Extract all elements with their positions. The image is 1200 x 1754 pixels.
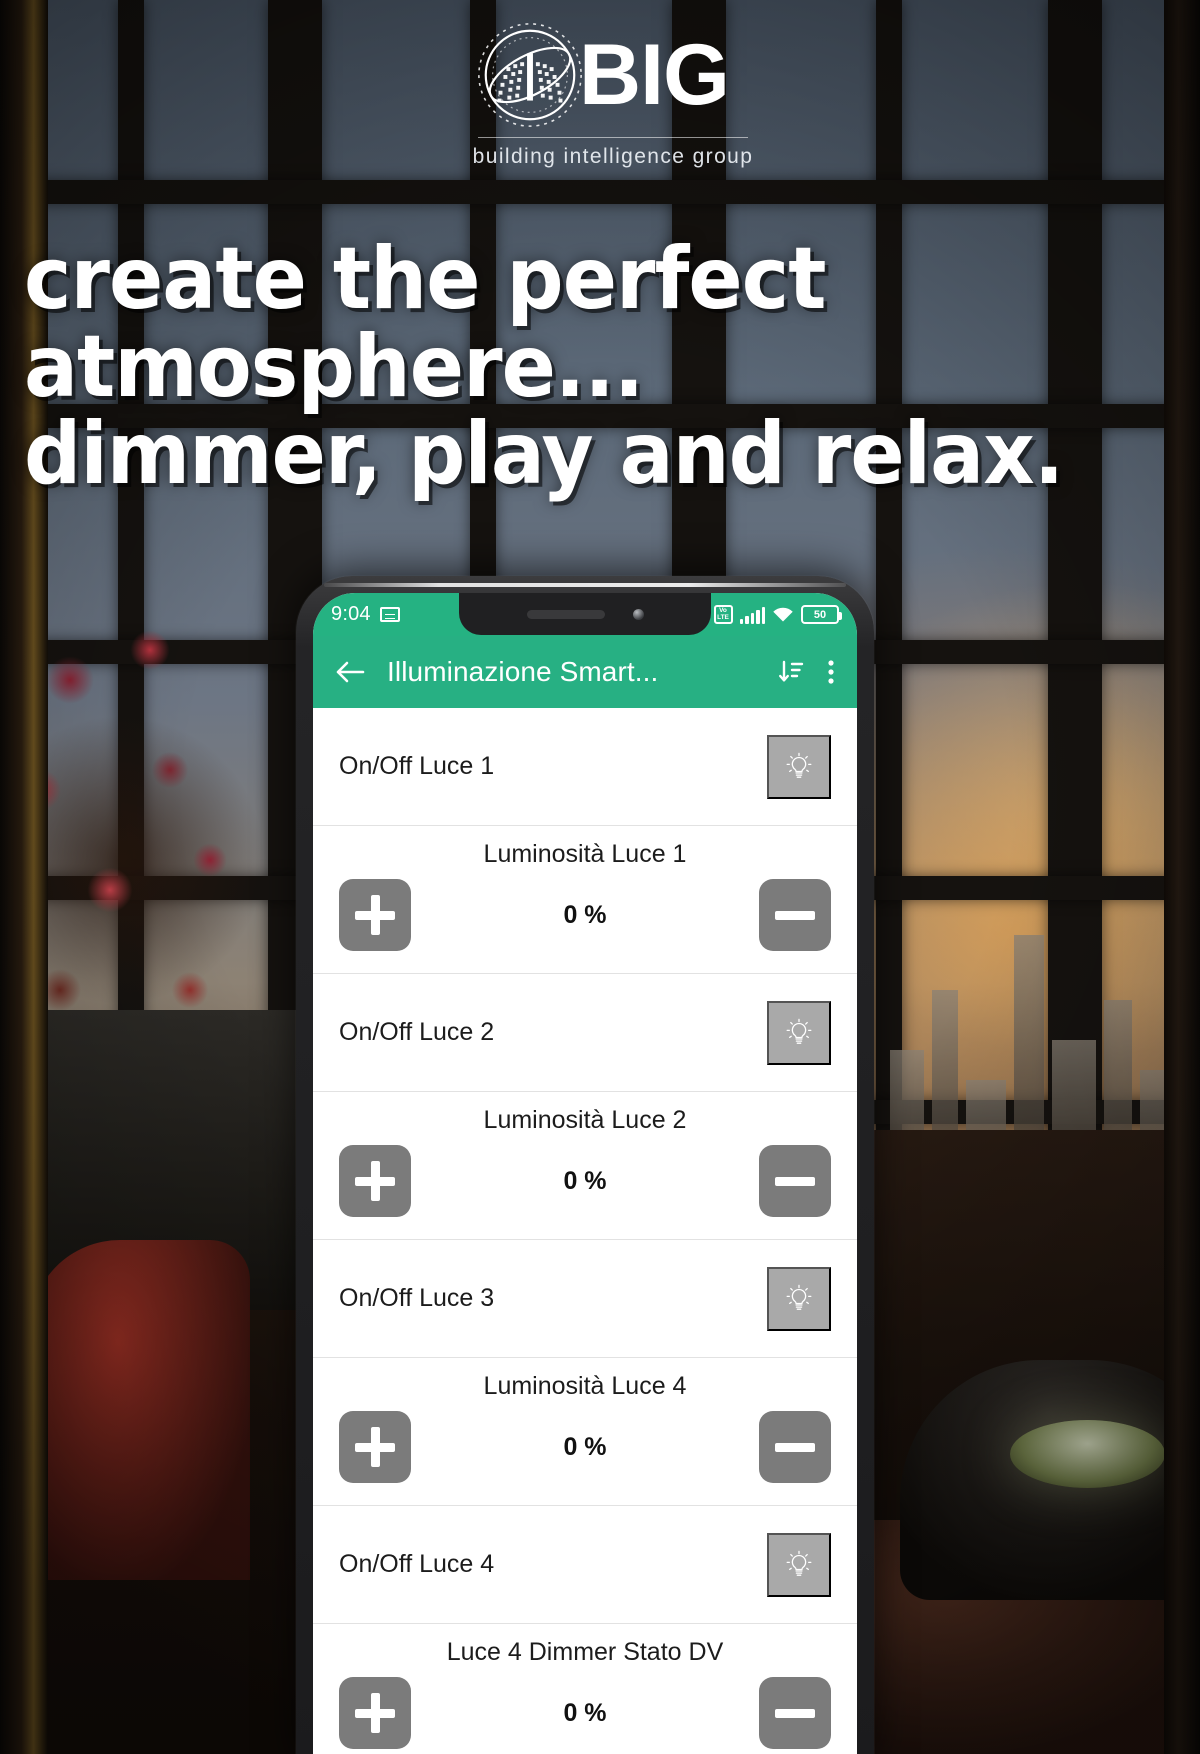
dimmer-row-label: Luminosità Luce 1	[483, 840, 687, 868]
dimmer-row-label: Luminosità Luce 4	[483, 1372, 687, 1400]
earpiece-speaker	[526, 609, 605, 619]
dimmer-row-label: Luminosità Luce 2	[483, 1106, 687, 1134]
minus-icon	[775, 895, 815, 935]
status-bar-clock: 9:04	[331, 603, 371, 625]
dimmer-row-7: Luce 4 Dimmer Stato DV 0 %	[313, 1624, 857, 1754]
lightbulb-icon	[786, 1018, 812, 1044]
lightbulb-toggle-button[interactable]	[767, 1532, 831, 1597]
minus-icon	[775, 1161, 815, 1201]
wifi-icon	[773, 607, 793, 621]
phone-notch	[459, 593, 711, 635]
onoff-row-label: On/Off Luce 2	[339, 1018, 495, 1046]
dimmer-increase-button[interactable]	[339, 1411, 411, 1483]
onoff-row-2[interactable]: On/Off Luce 2	[313, 974, 857, 1092]
onoff-row-label: On/Off Luce 3	[339, 1284, 495, 1312]
dimmer-decrease-button[interactable]	[759, 1145, 831, 1217]
plus-icon	[355, 1693, 395, 1733]
device-list: On/Off Luce 1 Luminosità Luce 1 0 % On/O…	[313, 708, 857, 1754]
lightbulb-toggle-button[interactable]	[767, 734, 831, 799]
app-bar-title: Illuminazione Smart...	[387, 656, 659, 687]
big-globe-skyline-logo-icon	[478, 23, 582, 127]
dimmer-decrease-button[interactable]	[759, 879, 831, 951]
onoff-row-6[interactable]: On/Off Luce 4	[313, 1506, 857, 1624]
app-bar: Illuminazione Smart...	[313, 636, 857, 708]
phone-mockup: 9:04 VoLTE VoLTE	[296, 576, 874, 1754]
dimmer-increase-button[interactable]	[339, 879, 411, 951]
onoff-row-label: On/Off Luce 1	[339, 752, 495, 780]
lightbulb-toggle-button[interactable]	[767, 1266, 831, 1331]
dimmer-row-label: Luce 4 Dimmer Stato DV	[446, 1638, 724, 1666]
dimmer-controls: 0 %	[339, 1677, 831, 1749]
sort-descending-icon[interactable]	[777, 658, 805, 686]
lightbulb-icon	[786, 1550, 812, 1576]
onoff-row-4[interactable]: On/Off Luce 3	[313, 1240, 857, 1358]
brand-tagline: building intelligence group	[472, 145, 754, 168]
dimmer-value: 0 %	[563, 1698, 607, 1727]
brand-logo: BIG building intelligence group	[0, 16, 1200, 169]
sim-card-icon	[379, 607, 400, 622]
battery-level-label: 50	[813, 608, 827, 621]
dimmer-value: 0 %	[563, 1432, 607, 1461]
volte-icon-2: Vo LTE	[713, 605, 733, 624]
dimmer-value: 0 %	[563, 1166, 607, 1195]
dimmer-row-5: Luminosità Luce 4 0 %	[313, 1358, 857, 1506]
minus-icon	[775, 1693, 815, 1733]
headline-line-3: dimmer, play and relax.	[24, 404, 1064, 505]
logo-row: BIG	[471, 16, 730, 134]
phone-top-rim	[324, 583, 846, 587]
plus-icon	[355, 895, 395, 935]
dimmer-row-1: Luminosità Luce 1 0 %	[313, 826, 857, 974]
plus-icon	[355, 1161, 395, 1201]
dimmer-decrease-button[interactable]	[759, 1411, 831, 1483]
headline-line-1: create the perfect	[24, 229, 826, 329]
page-headline: create the perfect atmosphere... dimmer,…	[24, 229, 1064, 505]
back-arrow-icon[interactable]	[335, 659, 365, 685]
dimmer-controls: 0 %	[339, 1145, 831, 1217]
phone-screen: 9:04 VoLTE VoLTE	[313, 593, 857, 1754]
lightbulb-icon	[786, 752, 812, 778]
battery-icon: 50	[801, 605, 842, 624]
dimmer-controls: 0 %	[339, 1411, 831, 1483]
brand-name: BIG	[579, 27, 730, 123]
onoff-row-0[interactable]: On/Off Luce 1	[313, 708, 857, 826]
dimmer-increase-button[interactable]	[339, 1677, 411, 1749]
plus-icon	[355, 1427, 395, 1467]
front-camera-icon	[632, 608, 644, 620]
dimmer-increase-button[interactable]	[339, 1145, 411, 1217]
lightbulb-icon	[786, 1284, 812, 1310]
dimmer-decrease-button[interactable]	[759, 1677, 831, 1749]
dimmer-controls: 0 %	[339, 879, 831, 951]
headline-line-2: atmosphere...	[24, 316, 644, 417]
lightbulb-toggle-button[interactable]	[767, 1000, 831, 1065]
logo-divider	[478, 137, 748, 138]
overflow-menu-icon[interactable]	[827, 658, 835, 686]
minus-icon	[775, 1427, 815, 1467]
dimmer-value: 0 %	[563, 900, 607, 929]
dimmer-row-3: Luminosità Luce 2 0 %	[313, 1092, 857, 1240]
onoff-row-label: On/Off Luce 4	[339, 1550, 495, 1578]
phone-body: 9:04 VoLTE VoLTE	[296, 576, 874, 1754]
status-bar-left: 9:04	[331, 603, 400, 626]
signal-bars-icon-2	[739, 606, 765, 624]
